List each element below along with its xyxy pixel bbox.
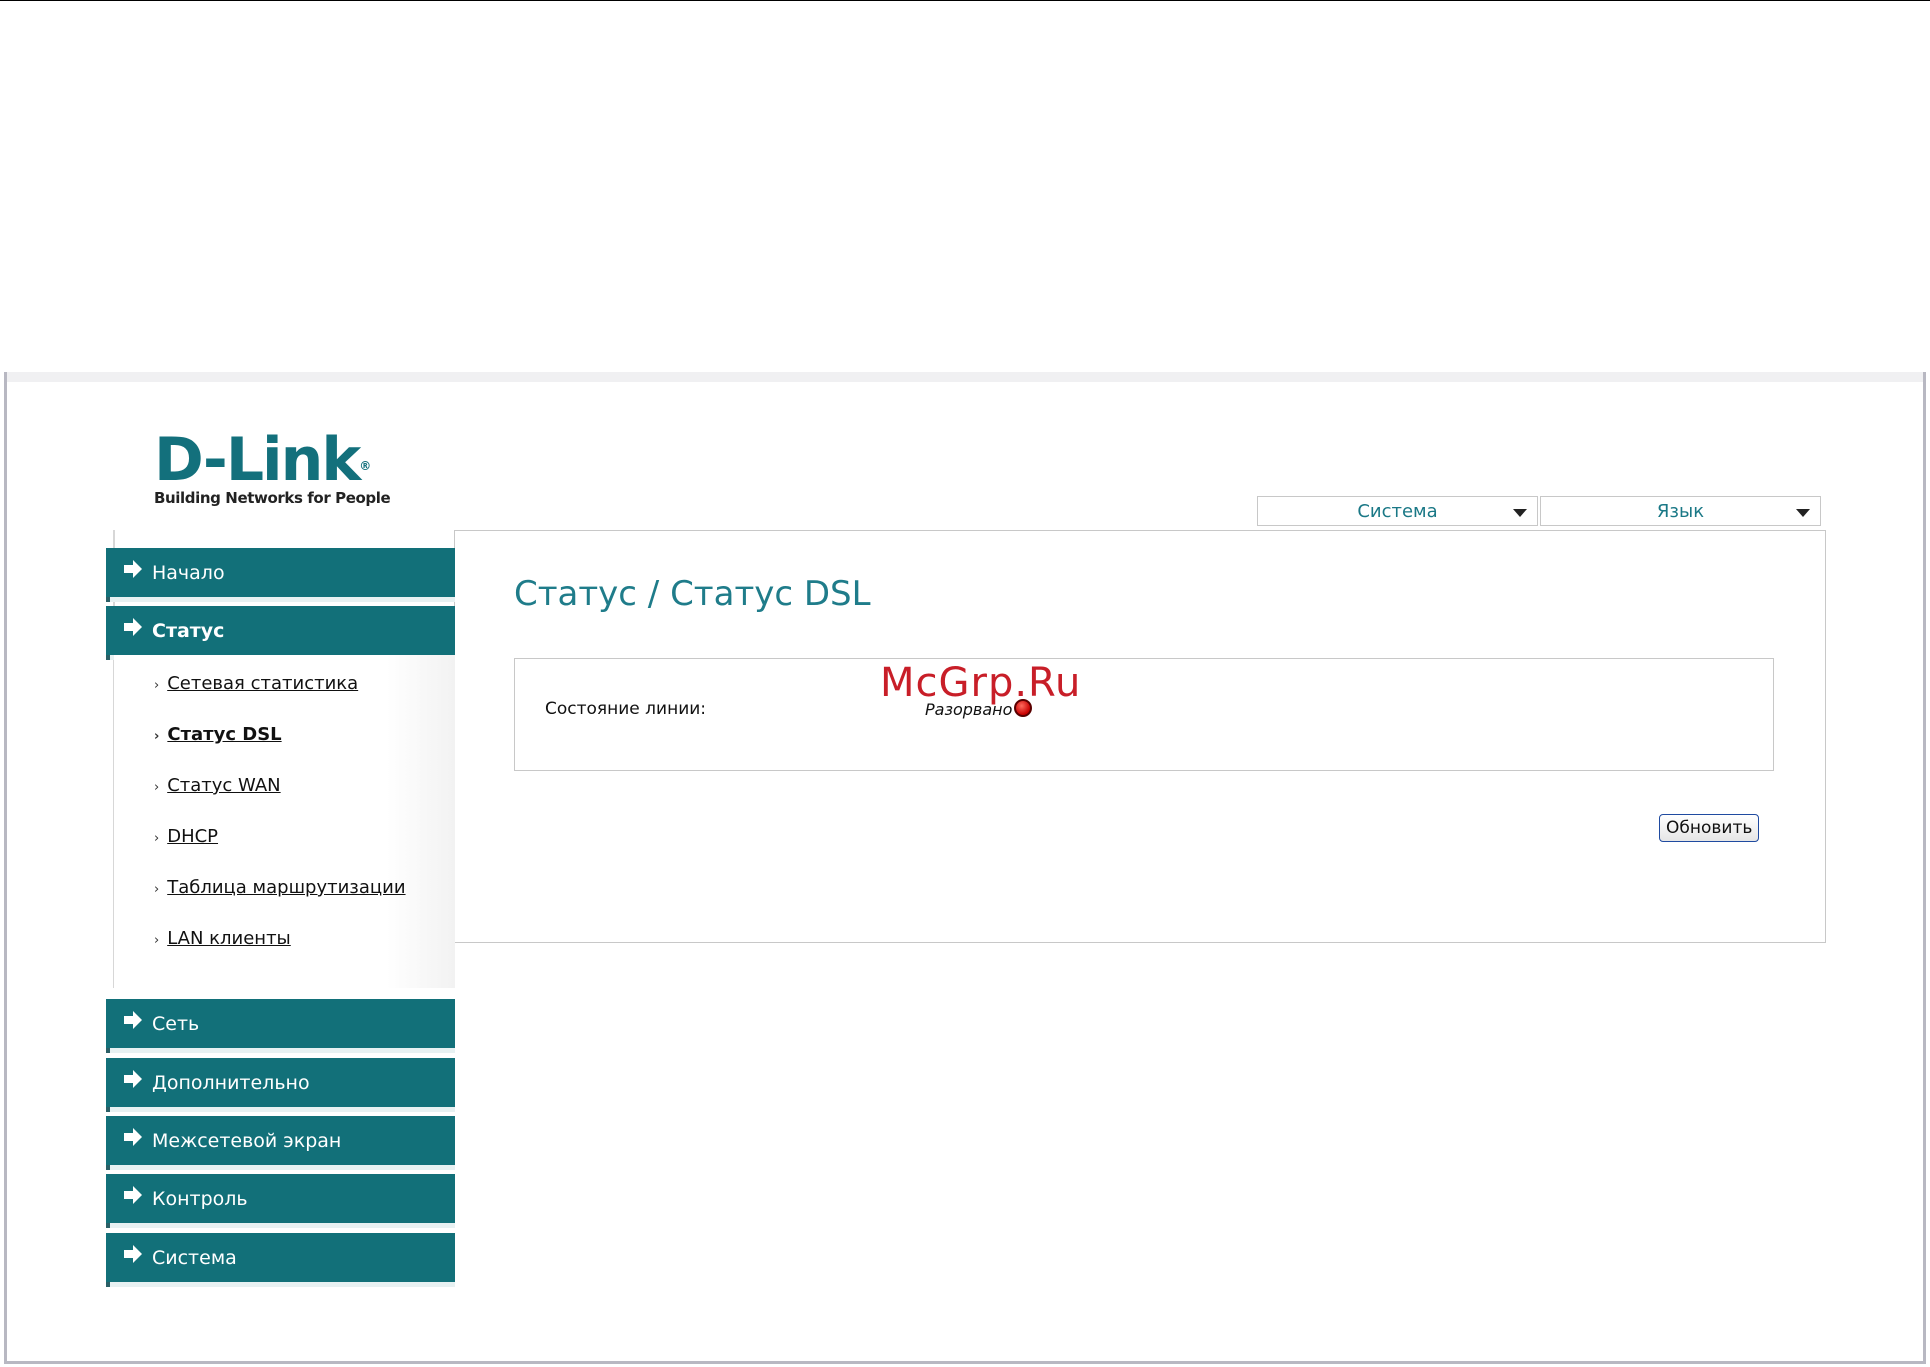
sidebar-item-control[interactable]: Контроль	[106, 1174, 455, 1228]
arrow-right-icon	[124, 1245, 142, 1263]
browser-viewport: D-Link® Building Networks for People Сис…	[4, 372, 1926, 1364]
watermark-text: McGrp.Ru	[880, 660, 1082, 706]
chevron-right-icon: ›	[154, 882, 160, 897]
system-dropdown[interactable]: Система	[1257, 496, 1538, 526]
sidebar-item-label: Начало	[152, 561, 225, 584]
chevron-down-icon	[1513, 509, 1527, 517]
sidebar-item-label: Статус	[152, 619, 225, 642]
sidebar-item-home[interactable]: Начало	[106, 548, 455, 602]
submenu-item-label: DHCP	[167, 826, 219, 847]
sidebar-item-network[interactable]: Сеть	[106, 999, 455, 1053]
sidebar-item-label: Межсетевой экран	[152, 1129, 342, 1152]
arrow-right-icon	[124, 618, 142, 636]
submenu-item-label: Сетевая статистика	[167, 673, 359, 694]
arrow-right-icon	[124, 1011, 142, 1029]
submenu-item-label: Таблица маршрутизации	[167, 877, 406, 898]
status-submenu: › Сетевая статистика › Статус DSL › Статус …	[114, 655, 455, 988]
system-dropdown-label: Система	[1357, 500, 1438, 522]
sidebar-item-status[interactable]: Статус	[106, 606, 455, 660]
submenu-item-lan-clients[interactable]: › LAN клиенты	[154, 928, 291, 949]
logo-tagline: Building Networks for People	[154, 489, 391, 507]
language-dropdown-label: Язык	[1656, 500, 1705, 522]
submenu-item-routing-table[interactable]: › Таблица маршрутизации	[154, 877, 406, 898]
submenu-item-network-stats[interactable]: › Сетевая статистика	[154, 673, 358, 694]
submenu-item-dhcp[interactable]: › DHCP	[154, 826, 218, 847]
page-title: Статус / Статус DSL	[514, 574, 871, 614]
viewport-top-bar	[7, 372, 1923, 382]
submenu-item-label: Статус DSL	[167, 724, 282, 745]
chevron-right-icon: ›	[154, 780, 160, 795]
chevron-down-icon	[1796, 509, 1810, 517]
chevron-right-icon: ›	[154, 831, 160, 846]
page-top-rule	[0, 0, 1930, 1]
dlink-logo: D-Link® Building Networks for People	[154, 425, 391, 507]
refresh-button[interactable]: Обновить	[1659, 814, 1760, 842]
sidebar-item-advanced[interactable]: Дополнительно	[106, 1058, 455, 1112]
dsl-status-panel: Состояние линии: Разорвано	[514, 658, 1774, 771]
chevron-right-icon: ›	[154, 729, 160, 744]
submenu-item-dsl-status[interactable]: › Статус DSL	[154, 724, 282, 745]
chevron-right-icon: ›	[154, 933, 160, 948]
sidebar-item-label: Контроль	[152, 1187, 248, 1210]
logo-wordmark: D-Link®	[154, 425, 371, 495]
arrow-right-icon	[124, 560, 142, 578]
sidebar-item-label: Сеть	[152, 1012, 200, 1035]
arrow-right-icon	[124, 1070, 142, 1088]
sidebar-item-label: Система	[152, 1246, 237, 1269]
line-state-label: Состояние линии:	[545, 699, 707, 719]
submenu-item-wan-status[interactable]: › Статус WAN	[154, 775, 281, 796]
chevron-right-icon: ›	[154, 678, 160, 693]
sidebar-item-label: Дополнительно	[152, 1071, 310, 1094]
arrow-right-icon	[124, 1186, 142, 1204]
sidebar-item-system[interactable]: Система	[106, 1233, 455, 1287]
sidebar-item-firewall[interactable]: Межсетевой экран	[106, 1116, 455, 1170]
arrow-right-icon	[124, 1128, 142, 1146]
submenu-item-label: Статус WAN	[167, 775, 281, 796]
language-dropdown[interactable]: Язык	[1540, 496, 1821, 526]
submenu-item-label: LAN клиенты	[167, 928, 291, 949]
